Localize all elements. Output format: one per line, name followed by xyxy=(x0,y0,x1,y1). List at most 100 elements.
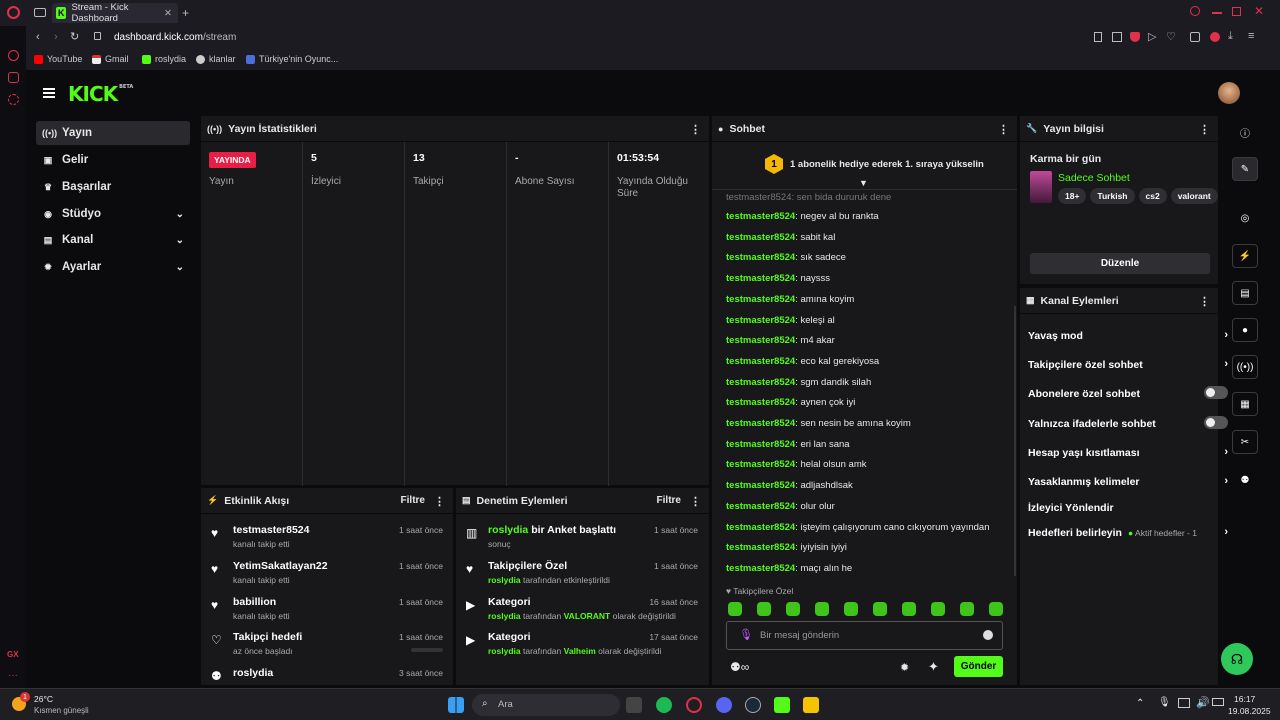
minimize-icon[interactable] xyxy=(1212,12,1222,14)
clock-time[interactable]: 16:17 xyxy=(1234,694,1255,704)
action-slow-mode[interactable]: Yavaş mod › xyxy=(1028,329,1228,342)
pinboard-icon[interactable] xyxy=(8,72,19,83)
chat-message[interactable]: testmaster8524: olur olur xyxy=(726,501,835,512)
screen-capture-icon[interactable]: ◎ xyxy=(1232,206,1258,230)
workspaces-icon[interactable] xyxy=(34,8,46,17)
gx-icon[interactable]: GX xyxy=(7,650,19,659)
chat-input[interactable]: 🎙 Bir mesaj gönderin xyxy=(726,621,1003,650)
emotes-only-toggle[interactable] xyxy=(1204,416,1228,429)
history-icon[interactable] xyxy=(8,50,19,61)
crop-icon[interactable] xyxy=(1112,32,1122,42)
chat-username[interactable]: testmaster8524 xyxy=(726,356,795,367)
kebab-menu-icon[interactable]: ⋮ xyxy=(1199,295,1210,308)
heart-icon[interactable]: ♡ xyxy=(1166,30,1176,43)
chat-message[interactable]: testmaster8524: helal olsun amk xyxy=(726,459,866,470)
emote-icon[interactable] xyxy=(989,602,1003,616)
settings-icon[interactable] xyxy=(8,94,19,105)
spotify-icon[interactable] xyxy=(656,697,672,713)
chat-message[interactable]: testmaster8524: sabit kal xyxy=(726,232,835,243)
bookmark-roslydia[interactable]: roslydia xyxy=(142,54,186,64)
chat-username[interactable]: testmaster8524 xyxy=(726,273,795,284)
play-icon[interactable]: ▷ xyxy=(1148,30,1156,43)
download-icon[interactable]: ⤓ xyxy=(1228,30,1233,43)
mic-icon[interactable]: 🎙 xyxy=(739,628,753,641)
chat-message[interactable]: testmaster8524: eri lan sana xyxy=(726,439,850,450)
chat-username[interactable]: testmaster8524 xyxy=(726,252,795,263)
kick-points-icon[interactable]: ⚉∞ xyxy=(730,660,749,674)
emote-icon[interactable] xyxy=(844,602,858,616)
action-followers-only[interactable]: Takipçilere özel sohbet › xyxy=(1028,358,1228,371)
chat-message[interactable]: testmaster8524: sgm dandik silah xyxy=(726,377,871,388)
chat-message[interactable]: testmaster8524: naysss xyxy=(726,273,830,284)
chat-username[interactable]: testmaster8524 xyxy=(726,397,795,408)
nav-ayarlar[interactable]: ✹ Ayarlar ⌄ xyxy=(36,255,190,279)
action-banned-words[interactable]: Yasaklanmış kelimeler › xyxy=(1028,475,1228,488)
chat-message[interactable]: testmaster8524: m4 akar xyxy=(726,335,835,346)
browser-tab-kick[interactable]: K Stream - Kick Dashboard ✕ xyxy=(52,2,178,24)
kebab-menu-icon[interactable]: ⋮ xyxy=(690,123,701,136)
back-icon[interactable]: ‹ xyxy=(36,31,40,43)
menu-icon[interactable]: ≡ xyxy=(1248,30,1254,42)
nav-basarilar[interactable]: ♛ Başarılar xyxy=(36,175,190,199)
nav-kanal[interactable]: ▤ Kanal ⌄ xyxy=(36,228,190,252)
broadcast-icon[interactable]: ((•)) xyxy=(1232,355,1258,379)
edit-button[interactable]: Düzenle xyxy=(1030,253,1210,274)
bookmark-turkiye[interactable]: Türkiye'nin Oyunc... xyxy=(246,54,338,64)
emote-icon[interactable] xyxy=(815,602,829,616)
collapse-icon[interactable]: ▼ xyxy=(859,178,868,188)
send-button[interactable]: Gönder xyxy=(954,656,1003,677)
chat-message[interactable]: testmaster8524: işteyim çalışıyorum cano… xyxy=(726,522,989,533)
notes-icon[interactable]: ▤ xyxy=(1232,281,1258,305)
action-account-age[interactable]: Hesap yaşı kısıtlaması › xyxy=(1028,446,1228,459)
shield-icon[interactable] xyxy=(1130,32,1140,42)
opera-gx-icon[interactable] xyxy=(686,697,702,713)
emote-icon[interactable] xyxy=(728,602,742,616)
network-icon[interactable] xyxy=(1178,698,1190,708)
chat-message[interactable]: testmaster8524: adljashdlsak xyxy=(726,480,853,491)
url-text[interactable]: dashboard.kick.com/stream xyxy=(114,32,236,43)
hamburger-menu-icon[interactable] xyxy=(43,88,55,98)
chat-message[interactable]: testmaster8524: maçı alın he xyxy=(726,563,852,574)
kebab-menu-icon[interactable]: ⋮ xyxy=(434,495,445,508)
kebab-menu-icon[interactable]: ⋮ xyxy=(998,123,1009,136)
gift-leaderboard-banner[interactable]: 1 1 abonelik hediye ederek 1. sıraya yük… xyxy=(712,142,1017,190)
chat-username[interactable]: testmaster8524 xyxy=(726,459,795,470)
chat-message[interactable]: testmaster8524: eco kal gerekiyosa xyxy=(726,356,879,367)
support-chat-button[interactable]: ☊ xyxy=(1221,643,1253,675)
chat-username[interactable]: testmaster8524 xyxy=(726,211,795,222)
chat-message[interactable]: testmaster8524: iyiyisin iyiyi xyxy=(726,542,847,553)
steam-icon[interactable] xyxy=(745,697,761,713)
chat-message[interactable]: testmaster8524: negev al bu rankta xyxy=(726,211,879,222)
emote-icon[interactable] xyxy=(902,602,916,616)
tab-close-icon[interactable]: ✕ xyxy=(164,8,172,19)
chat-username[interactable]: testmaster8524 xyxy=(726,439,795,450)
emote-picker-icon[interactable]: ✦ xyxy=(928,659,939,675)
chat-username[interactable]: testmaster8524 xyxy=(726,522,795,533)
snapshot-icon[interactable] xyxy=(1094,32,1102,42)
reload-icon[interactable]: ↻ xyxy=(70,30,79,43)
forward-icon[interactable]: › xyxy=(54,31,58,43)
subscribers-only-toggle[interactable] xyxy=(1204,386,1228,399)
opera-logo-icon[interactable] xyxy=(7,6,20,19)
chat-username[interactable]: testmaster8524 xyxy=(726,294,795,305)
bookmark-youtube[interactable]: YouTube xyxy=(34,54,82,64)
emote-icon[interactable] xyxy=(873,602,887,616)
bookmark-gmail[interactable]: Gmail xyxy=(92,54,129,64)
profile-icon[interactable] xyxy=(1210,32,1220,42)
extensions-icon[interactable] xyxy=(1190,32,1200,42)
user-avatar[interactable] xyxy=(1218,82,1240,104)
taskbar-search[interactable]: ⌕ Ara xyxy=(472,694,620,716)
kick-app-icon[interactable] xyxy=(774,697,790,713)
wrench-icon[interactable]: ✂ xyxy=(1232,430,1258,454)
info-icon[interactable]: ⓘ xyxy=(1232,120,1258,144)
community-icon[interactable]: ⚉ xyxy=(1232,468,1258,492)
discord-icon[interactable] xyxy=(716,697,732,713)
chat-username[interactable]: testmaster8524 xyxy=(726,315,795,326)
emote-icon[interactable] xyxy=(786,602,800,616)
category-name[interactable]: Sadece Sohbet xyxy=(1058,172,1130,184)
close-window-icon[interactable]: ✕ xyxy=(1254,4,1264,18)
chat-username[interactable]: testmaster8524 xyxy=(726,418,795,429)
chat-scrollbar[interactable] xyxy=(1014,306,1016,576)
moderation-icon[interactable]: ▦ xyxy=(1232,392,1258,416)
kebab-menu-icon[interactable]: ⋮ xyxy=(690,495,701,508)
